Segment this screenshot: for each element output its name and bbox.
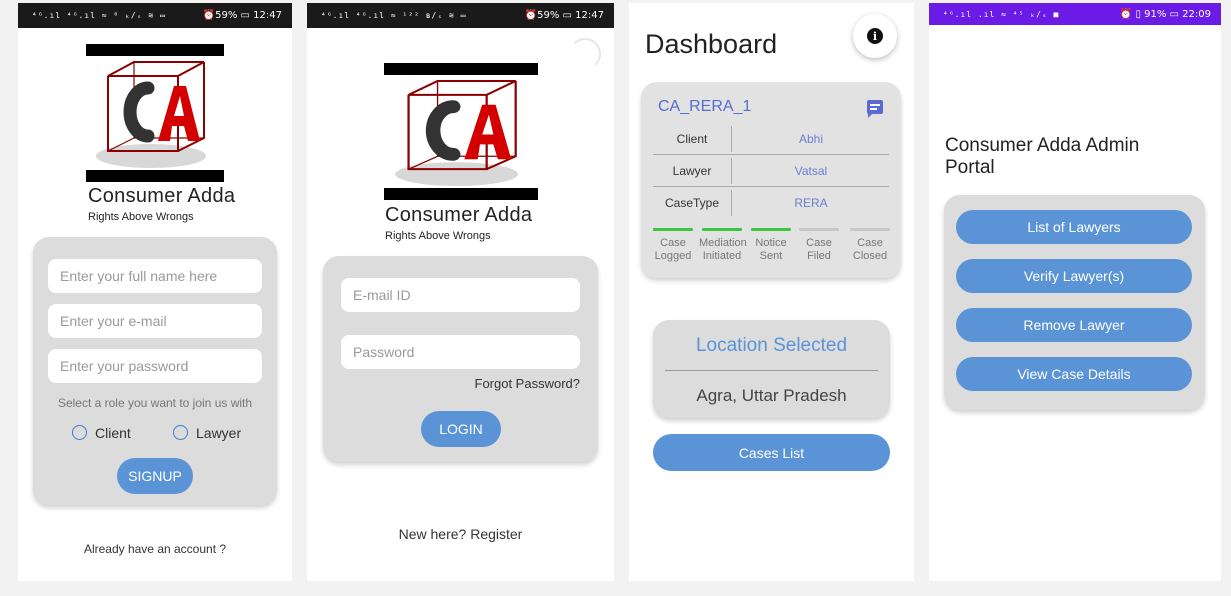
case-id: CA_RERA_1 — [658, 98, 752, 115]
chat-icon[interactable] — [867, 100, 883, 118]
remove-lawyer-button[interactable]: Remove Lawyer — [956, 308, 1192, 342]
stage-notice-sent: Notice Sent — [748, 228, 794, 263]
logo-cube-image — [395, 79, 518, 187]
loading-spinner-icon — [569, 38, 601, 70]
row-value: Vatsal — [794, 164, 828, 178]
lawyer-radio-label[interactable]: Lawyer — [196, 425, 241, 441]
consumer-adda-logo — [384, 63, 538, 200]
stage-case-filed: Case Filed — [796, 228, 842, 263]
view-case-details-button[interactable]: View Case Details — [956, 357, 1192, 391]
signal-indicators: ⁴ᴳ.ıl .ıl ≈ ⁴⁵ ₖ/ₛ ■ — [943, 9, 1060, 19]
signup-card: Enter your full name here Enter your e-m… — [33, 237, 277, 505]
status-bar: ⁴ᴳ.ıl .ıl ≈ ⁴⁵ ₖ/ₛ ■ ⏰ ▯ 91% ▭ 22:09 — [929, 3, 1221, 25]
brand-block: Consumer Adda Rights Above Wrongs — [88, 185, 235, 223]
page-title: Dashboard — [645, 29, 778, 59]
app-tagline: Rights Above Wrongs — [385, 230, 491, 242]
info-icon: i — [867, 28, 883, 44]
app-name: Consumer Adda — [88, 185, 236, 207]
login-link[interactable]: Already have an account ? — [18, 542, 292, 556]
casetype-row: CaseType RERA — [653, 187, 889, 219]
password-field[interactable]: Password — [341, 335, 580, 369]
status-bar: ⁴ᴳ.ıl ⁴ᴳ.ıl ≈ ¹²² ʙ/ₛ ≋ ▭ ⏰59% ▭ 12:47 — [307, 3, 614, 28]
forgot-password-link[interactable]: Forgot Password? — [475, 376, 581, 391]
location-value: Agra, Uttar Pradesh — [696, 386, 847, 405]
page-title: Consumer Adda Admin Portal — [945, 135, 1140, 178]
password-field[interactable]: Enter your password — [48, 349, 262, 383]
consumer-adda-logo — [86, 44, 224, 182]
stage-case-closed: Case Closed — [847, 228, 893, 263]
stage-case-logged: Case Logged — [650, 228, 696, 263]
dashboard-screen: Dashboard i CA_RERA_1 Client Abhi Lawyer… — [629, 3, 914, 581]
status-bar: ⁴ᴳ.ıl ⁴ᴳ.ıl ≈ ⁰ ₖ/ₛ ≋ ▭ ⏰59% ▭ 12:47 — [18, 3, 292, 28]
role-prompt: Select a role you want to join us with — [57, 396, 253, 410]
client-radio-label[interactable]: Client — [95, 425, 131, 441]
register-link[interactable]: New here? Register — [307, 526, 614, 542]
info-button[interactable]: i — [853, 14, 897, 58]
row-value: Abhi — [798, 132, 824, 146]
signal-indicators: ⁴ᴳ.ıl ⁴ᴳ.ıl ≈ ¹²² ʙ/ₛ ≋ ▭ — [321, 11, 467, 20]
battery-time: ⏰ ▯ 91% ▭ 22:09 — [1119, 8, 1211, 20]
admin-portal-screen: ⁴ᴳ.ıl .ıl ≈ ⁴⁵ ₖ/ₛ ■ ⏰ ▯ 91% ▭ 22:09 Con… — [929, 3, 1221, 581]
email-field[interactable]: E-mail ID — [341, 278, 580, 312]
login-screen: ⁴ᴳ.ıl ⁴ᴳ.ıl ≈ ¹²² ʙ/ₛ ≋ ▭ ⏰59% ▭ 12:47 C… — [307, 3, 614, 581]
battery-time: ⏰59% ▭ 12:47 — [524, 10, 604, 21]
login-card: E-mail ID Password Forgot Password? LOGI… — [323, 256, 598, 462]
signup-button[interactable]: SIGNUP — [117, 458, 193, 494]
lawyer-row: Lawyer Vatsal — [653, 155, 889, 187]
battery-time: ⏰59% ▭ 12:47 — [202, 10, 282, 21]
row-key: CaseType — [664, 196, 720, 210]
row-value: RERA — [794, 196, 828, 210]
row-key: Client — [676, 132, 708, 146]
app-name: Consumer Adda — [385, 204, 533, 226]
lawyer-radio[interactable] — [173, 425, 188, 440]
location-card[interactable]: Location Selected Agra, Uttar Pradesh — [653, 320, 890, 418]
email-field[interactable]: Enter your e-mail — [48, 304, 262, 338]
case-card[interactable]: CA_RERA_1 Client Abhi Lawyer Vatsal Case… — [641, 82, 901, 278]
admin-actions-card: List of Lawyers Verify Lawyer(s) Remove … — [944, 195, 1205, 410]
login-button[interactable]: LOGIN — [421, 411, 501, 447]
verify-lawyers-button[interactable]: Verify Lawyer(s) — [956, 259, 1192, 293]
brand-block: Consumer Adda Rights Above Wrongs — [385, 204, 532, 242]
location-heading: Location Selected — [695, 335, 848, 356]
list-lawyers-button[interactable]: List of Lawyers — [956, 210, 1192, 244]
stage-mediation-initiated: Mediation Initiated — [699, 228, 747, 263]
row-key: Lawyer — [672, 164, 712, 178]
signal-indicators: ⁴ᴳ.ıl ⁴ᴳ.ıl ≈ ⁰ ₖ/ₛ ≋ ▭ — [32, 11, 166, 20]
app-tagline: Rights Above Wrongs — [88, 211, 194, 223]
full-name-field[interactable]: Enter your full name here — [48, 259, 262, 293]
location-divider — [665, 370, 878, 371]
cases-list-button[interactable]: Cases List — [653, 434, 890, 471]
client-row: Client Abhi — [653, 123, 889, 155]
logo-cube-image — [96, 61, 206, 168]
client-radio[interactable] — [72, 425, 87, 440]
signup-screen: ⁴ᴳ.ıl ⁴ᴳ.ıl ≈ ⁰ ₖ/ₛ ≋ ▭ ⏰59% ▭ 12:47 Con… — [18, 3, 292, 581]
